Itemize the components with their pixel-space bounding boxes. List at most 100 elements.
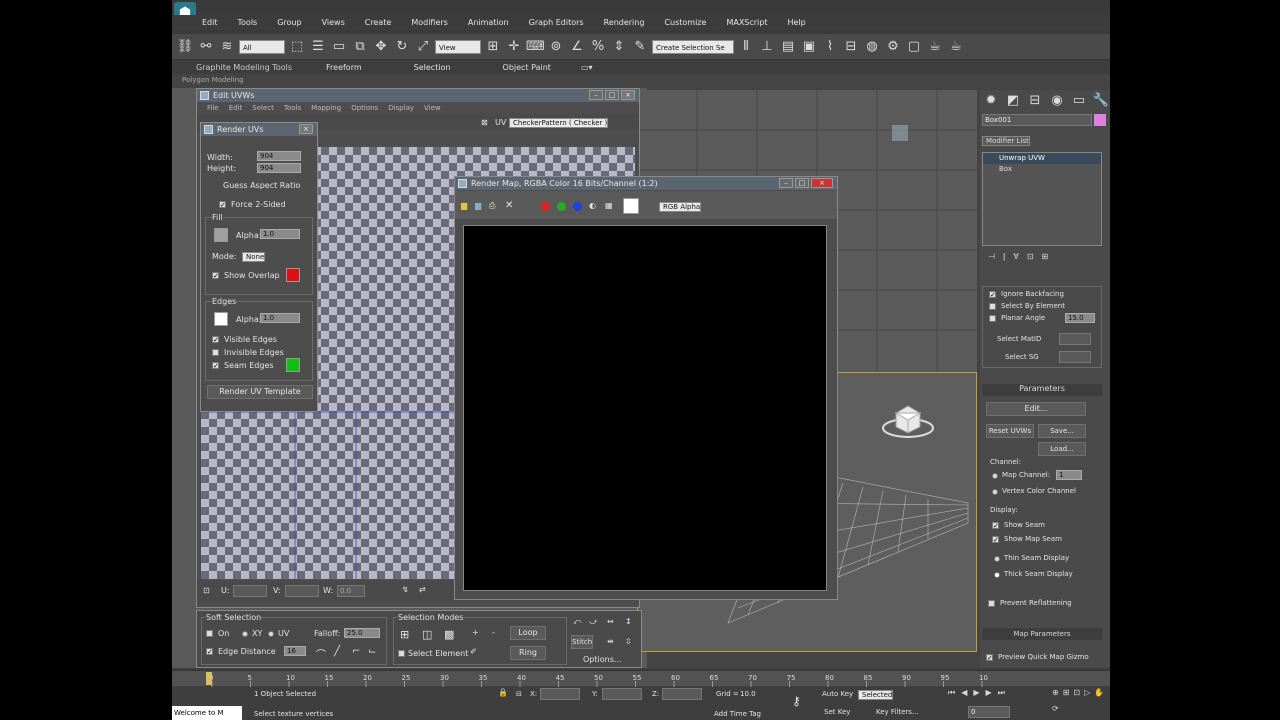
xy-radio[interactable] [242,631,248,637]
add-time-tag[interactable]: Add Time Tag [714,710,761,718]
uv-menu-item-view[interactable]: View [424,104,441,112]
timeline[interactable]: 0510152025303540455055606570758085909510… [172,670,1110,687]
fov-icon[interactable]: ▷ [1084,688,1090,700]
mirror-h-icon[interactable]: ↔ [607,617,614,626]
rendered-frame-icon[interactable]: ▢ [905,38,923,56]
show-end-result-icon[interactable]: ǀ [1003,252,1005,266]
schematic-view-icon[interactable]: ⊟ [842,38,860,56]
close-button[interactable]: × [621,90,635,100]
clone-window-icon[interactable]: ▆ [475,201,481,210]
thick-seam-radio[interactable] [994,572,1000,578]
print-icon[interactable]: ⎙ [489,201,495,211]
edit-uvws-titlebar[interactable]: Edit UVWs – □ × [197,89,639,102]
angle-snap-icon[interactable]: ∠ [568,38,586,56]
percent-snap-icon[interactable]: % [589,38,607,56]
ribbon-options-icon[interactable]: ▭▾ [581,63,593,72]
pan-icon[interactable]: ✋ [1094,688,1104,700]
ribbon-tab-object-paint[interactable]: Object Paint [503,63,551,72]
key-filters-button[interactable]: Key Filters... [876,708,919,716]
ribbon-tab-freeform[interactable]: Freeform [326,63,362,72]
rotate-ccw-icon[interactable]: ⤺ [573,617,582,627]
render-setup-icon[interactable]: ⚙ [884,38,902,56]
edge-alpha-spinner[interactable]: 1.0 [260,313,300,323]
channel-display-dropdown[interactable]: RGB Alpha [659,202,702,212]
modifier-list-dropdown[interactable]: Modifier List [982,136,1030,146]
next-frame-icon[interactable]: ▶ [986,688,992,700]
menu-item-group[interactable]: Group [277,18,301,27]
menu-item-rendering[interactable]: Rendering [604,18,645,27]
map-channel-radio[interactable] [992,473,998,479]
absolute-mode-icon[interactable]: ⊟ [516,690,522,698]
spinner-snap-icon[interactable]: ⇕ [610,38,628,56]
ring-button[interactable]: Ring [510,646,546,660]
stitch-button[interactable]: Stitch [571,635,593,649]
falloff-curve-slow-icon[interactable]: ⌐ [352,646,360,657]
menu-item-customize[interactable]: Customize [664,18,706,27]
align-v-icon[interactable]: ⇳ [625,637,632,646]
uv-icon[interactable]: ⊠ [481,118,488,127]
stack-item-unwrap-uvw[interactable]: Unwrap UVW [983,153,1101,164]
edge-color-swatch[interactable] [214,312,228,326]
curve-editor-icon[interactable]: ⌇ [821,38,839,56]
blue-channel-icon[interactable] [573,202,582,211]
menu-item-animation[interactable]: Animation [468,18,509,27]
layer-manager-icon[interactable]: ▤ [779,38,797,56]
manipulate-icon[interactable]: ✛ [505,38,523,56]
keyboard-shortcut-icon[interactable]: ⌨ [526,38,545,56]
modify-tab-icon[interactable]: ◩ [1004,92,1022,110]
edit-button[interactable]: Edit... [986,402,1086,416]
mirror-v-icon[interactable]: ↕ [625,617,632,626]
pin-stack-icon[interactable]: ⊣ [988,252,995,266]
mirror-icon[interactable]: ⫴ [737,38,755,56]
unlink-icon[interactable]: ⚯ [197,38,215,56]
height-spinner[interactable]: 904 [257,163,301,173]
ribbon-tab-selection[interactable]: Selection [414,63,451,72]
falloff-curve-linear-icon[interactable]: ╱ [334,646,340,657]
map-dropdown[interactable]: CheckerPattern ( Checker ) [509,118,609,128]
menu-item-tools[interactable]: Tools [238,18,258,27]
force-2sided-checkbox[interactable]: ✓ [219,201,226,209]
key-set-dropdown[interactable]: Selected [858,690,894,700]
menu-item-views[interactable]: Views [322,18,345,27]
paint-select-icon[interactable]: ✐ [470,647,477,656]
uv-menu-item-select[interactable]: Select [252,104,274,112]
menu-item-modifiers[interactable]: Modifiers [411,18,448,27]
w-field[interactable]: 0.0 [337,585,365,597]
minimize-button[interactable]: – [589,90,603,100]
window-crossing-icon[interactable]: ⧉ [351,38,369,56]
matid-field[interactable] [1059,333,1091,345]
make-unique-icon[interactable]: ∀ [1013,252,1018,266]
soft-on-checkbox[interactable] [206,630,213,637]
zoom-icon[interactable]: ⊕ [1052,688,1059,700]
link-icon[interactable]: ⛓ [176,38,194,56]
scale-icon[interactable]: ⤢ [414,38,432,56]
select-matid-button[interactable]: Select MatID [997,335,1041,343]
select-element-checkbox[interactable] [398,650,405,657]
parameters-rollout-header[interactable]: Parameters [982,384,1102,396]
lock-selection-icon[interactable]: 🔒 [498,688,508,697]
render-map-titlebar[interactable]: Render Map, RGBA Color 16 Bits/Channel (… [455,177,837,190]
reset-uvws-button[interactable]: Reset UVWs [986,424,1034,438]
face-mode-icon[interactable]: ▩ [444,628,454,641]
auto-key-button[interactable]: Auto Key [822,690,853,698]
motion-tab-icon[interactable]: ◉ [1048,92,1066,110]
uv-menu-item-options[interactable]: Options [351,104,378,112]
vertex-mode-icon[interactable]: ⊞ [400,628,409,641]
stack-item-box[interactable]: Box [983,164,1101,175]
ribbon-tab-graphite[interactable]: Graphite Modeling Tools [196,63,292,72]
rotate-cw-icon[interactable]: ⤻ [589,617,598,627]
reference-coord-dropdown[interactable]: View [435,39,481,54]
maximize-button[interactable]: □ [605,90,619,100]
loop-button[interactable]: Loop [510,626,546,640]
thin-seam-radio[interactable] [994,556,1000,562]
select-object-icon[interactable]: ⬚ [288,38,306,56]
material-editor-icon[interactable]: ◍ [863,38,881,56]
select-by-name-icon[interactable]: ☰ [309,38,327,56]
green-channel-icon[interactable] [557,202,566,211]
time-slider-thumb[interactable] [206,672,212,685]
orbit-icon[interactable]: ⟳ [1052,704,1059,716]
map-parameters-rollout-header[interactable]: Map Parameters [982,628,1102,640]
edge-mode-icon[interactable]: ◫ [422,628,432,641]
visible-edges-checkbox[interactable]: ✓ [212,336,219,344]
mono-channel-icon[interactable]: ▦ [605,201,613,210]
